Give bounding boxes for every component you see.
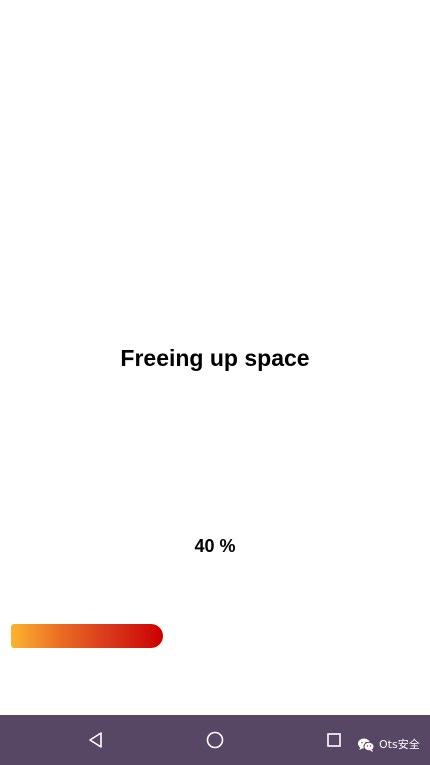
square-recents-icon [327, 733, 341, 747]
progress-bar [11, 624, 391, 648]
home-button[interactable] [190, 715, 240, 765]
recent-apps-button[interactable] [309, 715, 359, 765]
back-button[interactable] [71, 715, 121, 765]
progress-bar-fill [11, 624, 163, 648]
cleanup-screen: Freeing up space 40 % Ots安全 [0, 0, 430, 765]
page-title: Freeing up space [120, 345, 310, 371]
wechat-icon [358, 738, 375, 752]
circle-home-icon [206, 731, 224, 749]
progress-percent-label: 40 % [194, 536, 236, 556]
triangle-back-icon [89, 732, 102, 748]
watermark-text: Ots安全 [379, 738, 420, 751]
system-navigation-bar: Ots安全 [0, 715, 430, 765]
watermark: Ots安全 [357, 737, 420, 753]
